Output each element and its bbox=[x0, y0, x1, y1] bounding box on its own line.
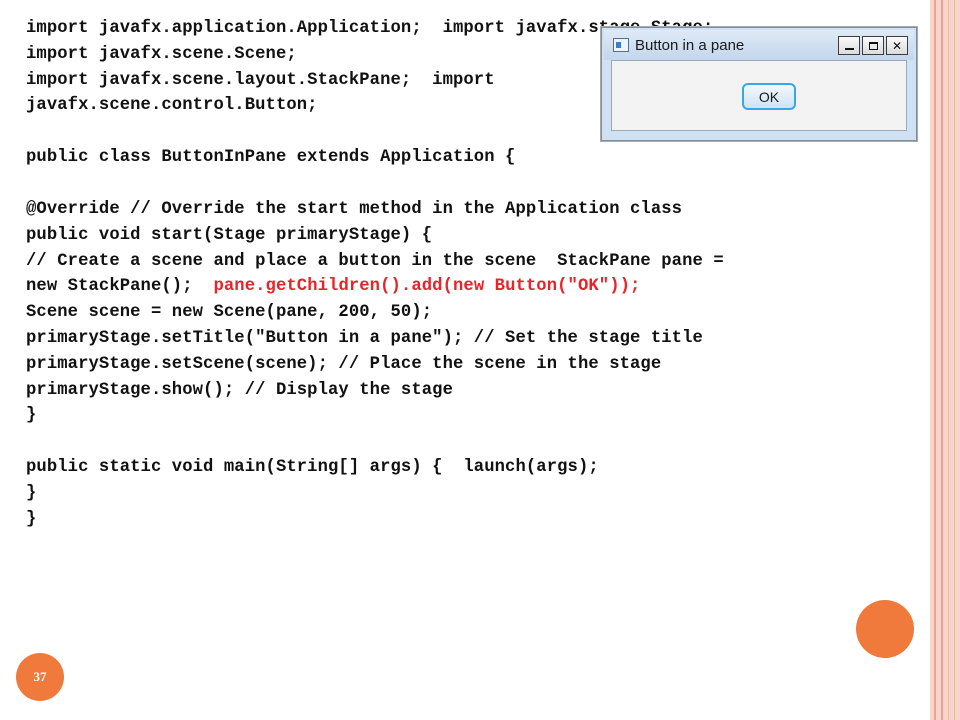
side-border-line bbox=[948, 0, 949, 720]
code-line: public void start(Stage primaryStage) { bbox=[26, 225, 433, 245]
maximize-icon bbox=[868, 41, 878, 50]
app-window-icon bbox=[613, 38, 629, 52]
side-border-line bbox=[934, 0, 936, 720]
window-controls: ✕ bbox=[838, 36, 908, 55]
side-border-line bbox=[954, 0, 955, 720]
code-line: primaryStage.setScene(scene); // Place t… bbox=[26, 354, 662, 374]
slide-number: 37 bbox=[16, 653, 64, 701]
highlighted-code: pane.getChildren().add(new Button("OK"))… bbox=[213, 277, 641, 297]
code-line: } bbox=[26, 483, 37, 503]
maximize-button[interactable] bbox=[862, 36, 884, 55]
app-window: Button in a pane ✕ OK bbox=[601, 27, 917, 141]
window-screenshot: Button in a pane ✕ OK bbox=[600, 26, 918, 142]
code-segment: new StackPane(); bbox=[26, 277, 214, 297]
code-line: @Override // Override the start method i… bbox=[26, 199, 683, 219]
decorative-circle bbox=[856, 600, 914, 658]
code-line: public static void main(String[] args) {… bbox=[26, 458, 599, 478]
ok-button[interactable]: OK bbox=[742, 83, 796, 110]
code-line: } bbox=[26, 509, 37, 529]
code-line: new StackPane(); pane.getChildren().add(… bbox=[26, 274, 926, 300]
minimize-icon bbox=[844, 48, 854, 50]
side-border-line bbox=[941, 0, 943, 720]
close-icon: ✕ bbox=[891, 38, 903, 53]
code-line: primaryStage.show(); // Display the stag… bbox=[26, 380, 453, 400]
code-line: Scene scene = new Scene(pane, 200, 50); bbox=[26, 303, 433, 323]
title-bar[interactable]: Button in a pane ✕ bbox=[604, 30, 914, 60]
stack-pane: OK bbox=[611, 60, 907, 131]
code-line: } bbox=[26, 406, 37, 426]
close-button[interactable]: ✕ bbox=[886, 36, 908, 55]
code-line: primaryStage.setTitle("Button in a pane"… bbox=[26, 328, 703, 348]
code-line: // Create a scene and place a button in … bbox=[26, 251, 724, 271]
window-title: Button in a pane bbox=[635, 36, 745, 54]
code-line: public class ButtonInPane extends Applic… bbox=[26, 148, 516, 168]
minimize-button[interactable] bbox=[838, 36, 860, 55]
